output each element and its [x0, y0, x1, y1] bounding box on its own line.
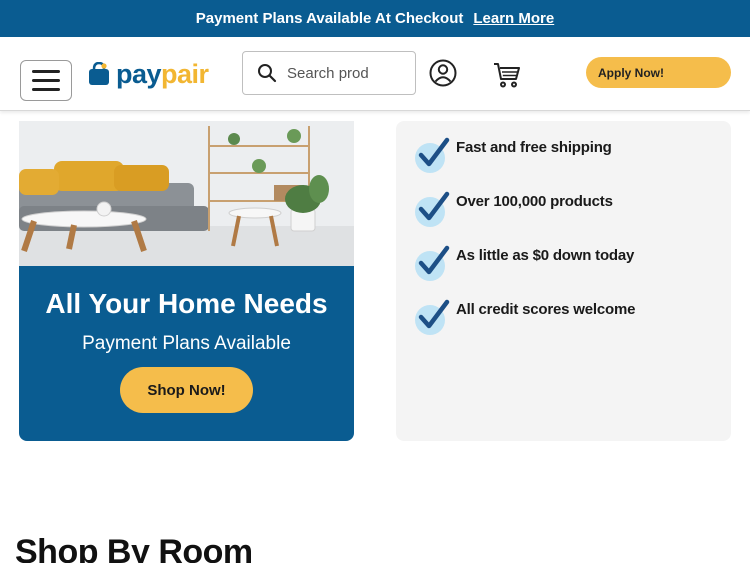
- benefit-item: All credit scores welcome: [414, 299, 635, 335]
- check-icon: [415, 191, 450, 227]
- benefit-label: All credit scores welcome: [456, 301, 636, 318]
- bag-logo-icon: [89, 62, 109, 85]
- promo-banner: Payment Plans Available At Checkout Lear…: [0, 0, 750, 37]
- paypair-logo[interactable]: paypair: [88, 57, 209, 91]
- search-box[interactable]: [242, 51, 416, 95]
- benefit-item: Fast and free shipping: [414, 137, 612, 173]
- check-icon: [415, 299, 450, 335]
- promo-text: Payment Plans Available At Checkout: [195, 10, 464, 27]
- menu-icon-bar: [32, 70, 60, 73]
- menu-button[interactable]: [20, 60, 72, 101]
- home-needs-banner: All Your Home Needs Payment Plans Availa…: [19, 121, 354, 441]
- menu-icon-bar: [32, 88, 60, 91]
- check-icon: [415, 137, 450, 173]
- shop-now-button[interactable]: Shop Now!: [120, 367, 253, 413]
- hero-title: All Your Home Needs: [45, 288, 328, 319]
- benefit-label: Over 100,000 products: [456, 193, 613, 210]
- logo-text-pair: pair: [161, 58, 209, 89]
- learn-more-link[interactable]: Learn More: [473, 10, 554, 27]
- menu-icon-bar: [32, 79, 60, 82]
- benefit-item: As little as $0 down today: [414, 245, 634, 281]
- living-room-image: [19, 121, 354, 266]
- logo-text-pay: pay: [116, 58, 162, 89]
- search-icon: [258, 64, 277, 83]
- cart-icon[interactable]: [493, 61, 521, 89]
- apply-now-button[interactable]: Apply Now!: [586, 57, 731, 88]
- search-input[interactable]: [287, 64, 397, 82]
- benefit-label: As little as $0 down today: [456, 247, 635, 264]
- check-icon: [415, 245, 450, 281]
- hero-subtitle: Payment Plans Available: [82, 333, 291, 354]
- shop-by-room-heading: Shop By Room: [15, 533, 253, 563]
- benefit-label: Fast and free shipping: [456, 139, 612, 156]
- user-icon[interactable]: [429, 59, 457, 87]
- benefits-panel: Fast and free shipping Over 100,000 prod…: [396, 121, 731, 441]
- benefit-item: Over 100,000 products: [414, 191, 613, 227]
- site-header: paypair Apply Now!: [0, 37, 750, 111]
